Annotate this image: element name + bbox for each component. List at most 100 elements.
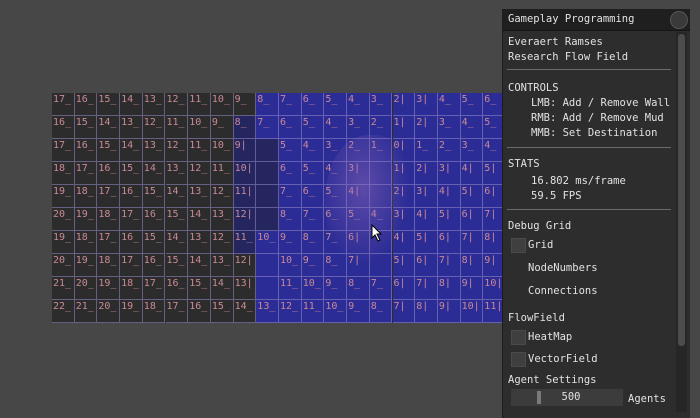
grid-cell[interactable]: 18_ [97, 208, 121, 231]
grid-cell[interactable]: 6_ [301, 93, 325, 116]
grid-cell[interactable]: 9_ [210, 116, 234, 139]
grid-cell[interactable]: 15_ [210, 300, 234, 323]
grid-cell[interactable]: 14_ [120, 139, 143, 162]
grid-cell[interactable]: 10_ [210, 93, 234, 116]
grid-cell[interactable]: 5| [392, 254, 416, 277]
grid-cell[interactable]: 19_ [52, 185, 75, 208]
grid-cell[interactable]: 5_ [347, 208, 370, 231]
grid-cell[interactable]: 15_ [188, 277, 211, 300]
grid-cell[interactable]: 13_ [188, 185, 211, 208]
vectorfield-checkbox[interactable] [511, 352, 526, 367]
grid-cell[interactable]: 10| [460, 300, 484, 323]
grid-cell[interactable]: 6_ [279, 162, 302, 185]
grid-cell[interactable]: 8_ [369, 300, 393, 323]
grid-cell[interactable]: 17_ [52, 139, 75, 162]
grid-cell[interactable]: 7_ [301, 208, 325, 231]
grid-cell[interactable]: 11_ [188, 93, 211, 116]
grid-cell[interactable]: 2| [415, 116, 438, 139]
grid-cell[interactable]: 16_ [188, 300, 211, 323]
grid-cell[interactable]: 9_ [233, 93, 257, 116]
grid-cell[interactable]: 1_ [415, 139, 438, 162]
flow-field-grid[interactable]: 17_ 16_ 15_ 14_ 13_ 12_ 11_ 10_ 9_ 8_ 7_ 6_ 5_ 4_ 3_ 2|… [52, 93, 506, 323]
grid-cell[interactable]: 5_ [324, 93, 348, 116]
grid-cell[interactable] [256, 139, 279, 162]
grid-cell[interactable]: 13| [233, 277, 257, 300]
grid-cell[interactable]: 14_ [210, 277, 234, 300]
grid-cell[interactable] [256, 277, 279, 300]
grid-cell[interactable]: 1| [392, 162, 416, 185]
grid-cell[interactable]: 19_ [74, 208, 98, 231]
grid-cell[interactable]: 14_ [97, 116, 121, 139]
grid-cell[interactable]: 4| [347, 185, 370, 208]
panel-titlebar[interactable]: Gameplay Programming [503, 9, 690, 31]
grid-cell[interactable]: 22_ [52, 300, 75, 323]
grid-cell[interactable]: 15_ [120, 162, 143, 185]
grid-cell[interactable]: 10_ [256, 231, 279, 254]
grid-cell[interactable]: 4| [460, 162, 484, 185]
grid-cell[interactable]: 18_ [97, 254, 121, 277]
grid-cell[interactable]: 16_ [165, 277, 189, 300]
grid-cell[interactable]: 13_ [142, 93, 166, 116]
grid-cell[interactable]: 12| [233, 254, 257, 277]
connections-checkbox[interactable] [511, 284, 526, 299]
grid-cell[interactable]: 0| [392, 139, 416, 162]
grid-cell[interactable]: 4_ [437, 93, 461, 116]
grid-cell[interactable]: 17_ [120, 208, 143, 231]
grid-cell[interactable]: 9_ [324, 277, 348, 300]
grid-cell[interactable]: 12_ [210, 231, 234, 254]
grid-cell[interactable]: 6| [347, 231, 370, 254]
grid-cell[interactable]: 2| [392, 185, 416, 208]
grid-cell[interactable]: 3| [415, 185, 438, 208]
grid-cell[interactable]: 18_ [74, 185, 98, 208]
grid-cell[interactable]: 16_ [97, 162, 121, 185]
grid-cell[interactable]: 16_ [74, 93, 98, 116]
grid-cell[interactable]: 8_ [279, 208, 302, 231]
panel-scrollbar[interactable] [676, 32, 687, 412]
grid-cell[interactable]: 18_ [52, 162, 75, 185]
grid-cell[interactable]: 13_ [142, 139, 166, 162]
grid-cell[interactable]: 14_ [165, 231, 189, 254]
grid-cell[interactable] [256, 208, 279, 231]
grid-cell[interactable]: 7| [392, 300, 416, 323]
grid-cell[interactable]: 10_ [210, 139, 234, 162]
grid-cell[interactable]: 20_ [52, 254, 75, 277]
grid-cell[interactable]: 19_ [74, 254, 98, 277]
grid-cell[interactable]: 7| [437, 254, 461, 277]
grid-cell[interactable]: 11_ [210, 162, 234, 185]
grid-cell[interactable]: 3_ [460, 139, 484, 162]
close-icon[interactable] [670, 11, 688, 29]
grid-cell[interactable]: 4_ [460, 116, 484, 139]
grid-cell[interactable] [369, 254, 393, 277]
grid-cell[interactable]: 11_ [279, 277, 302, 300]
grid-cell[interactable]: 3_ [369, 93, 393, 116]
grid-cell[interactable]: 8| [437, 277, 461, 300]
grid-cell[interactable]: 13_ [120, 116, 143, 139]
grid-cell[interactable]: 6| [437, 231, 461, 254]
grid-cell[interactable]: 14_ [142, 162, 166, 185]
grid-cell[interactable]: 15_ [165, 254, 189, 277]
grid-cell[interactable]: 10_ [324, 300, 348, 323]
grid-cell[interactable] [256, 162, 279, 185]
grid-cell[interactable]: 12_ [188, 162, 211, 185]
grid-cell[interactable]: 8| [415, 300, 438, 323]
grid-cell[interactable]: 16_ [142, 208, 166, 231]
grid-cell[interactable]: 12_ [142, 116, 166, 139]
grid-cell[interactable]: 3| [347, 162, 370, 185]
grid-cell[interactable]: 20_ [97, 300, 121, 323]
grid-cell[interactable]: 15_ [142, 231, 166, 254]
grid-cell[interactable]: 16_ [74, 139, 98, 162]
grid-cell[interactable]: 6_ [279, 116, 302, 139]
grid-cell[interactable]: 13_ [165, 162, 189, 185]
grid-cell[interactable]: 9| [460, 277, 484, 300]
grid-cell[interactable]: 16_ [120, 185, 143, 208]
grid-cell[interactable]: 10| [233, 162, 257, 185]
grid-cell[interactable] [369, 162, 393, 185]
grid-cell[interactable]: 14_ [188, 254, 211, 277]
grid-cell[interactable]: 10_ [279, 254, 302, 277]
grid-cell[interactable]: 11_ [188, 139, 211, 162]
grid-cell[interactable]: 18_ [74, 231, 98, 254]
grid-cell[interactable]: 5_ [460, 93, 484, 116]
grid-cell[interactable] [256, 185, 279, 208]
grid-cell[interactable]: 12_ [165, 139, 189, 162]
grid-cell[interactable]: 2_ [347, 139, 370, 162]
